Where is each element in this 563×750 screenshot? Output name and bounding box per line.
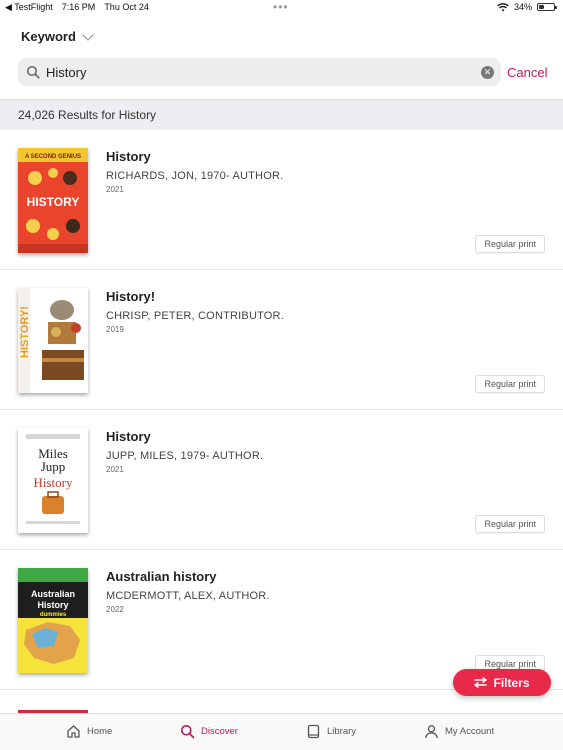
format-badge[interactable]: Regular print: [475, 515, 545, 533]
chevron-down-icon: [82, 28, 94, 41]
list-item[interactable]: HISTORY! History! CHRISP, PETER, CONTRIB…: [0, 270, 563, 410]
format-badge[interactable]: Regular print: [475, 235, 545, 253]
tab-label: Library: [327, 726, 357, 737]
multitasking-dots-icon[interactable]: •••: [273, 0, 289, 14]
wifi-icon: [497, 2, 509, 11]
filters-button[interactable]: Filters: [453, 669, 551, 696]
tab-label: My Account: [445, 726, 495, 737]
home-icon: [67, 725, 80, 738]
book-cover[interactable]: A SECOND GENIUS HISTORY: [18, 148, 88, 253]
tab-home[interactable]: Home: [66, 724, 112, 739]
search-type-dropdown[interactable]: Keyword: [21, 28, 94, 44]
sliders-icon: [474, 677, 488, 688]
tab-label: Home: [87, 726, 113, 737]
format-badge[interactable]: Regular print: [475, 375, 545, 393]
results-list: A SECOND GENIUS HISTORY History RICHARDS…: [0, 130, 563, 690]
battery-percent: 34%: [513, 2, 532, 12]
search-bar: ✕: [18, 58, 501, 86]
cover-banner-text: A SECOND GENIUS: [25, 154, 81, 160]
cover-line3-text: dummies: [40, 612, 67, 618]
item-title[interactable]: History: [106, 149, 151, 164]
cover-line2-text: History: [37, 600, 68, 610]
item-year: 2019: [106, 325, 124, 334]
item-title[interactable]: History!: [106, 289, 155, 304]
item-year: 2021: [106, 465, 124, 474]
cover-line1-text: Australian: [31, 589, 75, 599]
item-author: JUPP, MILES, 1979- AUTHOR.: [106, 450, 264, 462]
filters-label: Filters: [493, 675, 530, 690]
results-count: 24,026 Results for History: [18, 108, 157, 122]
tab-bar: Home Discover Library My Account: [0, 713, 563, 750]
tab-library[interactable]: Library: [306, 724, 356, 739]
item-author: RICHARDS, JON, 1970- AUTHOR.: [106, 170, 284, 182]
clear-search-icon[interactable]: ✕: [481, 66, 494, 79]
item-author: MCDERMOTT, ALEX, AUTHOR.: [106, 590, 270, 602]
results-header: 24,026 Results for History: [0, 99, 563, 130]
list-item[interactable]: A SECOND GENIUS HISTORY History RICHARDS…: [0, 130, 563, 270]
item-author: CHRISP, PETER, CONTRIBUTOR.: [106, 310, 284, 322]
item-title[interactable]: History: [106, 429, 151, 444]
cover-line3-text: History: [34, 475, 74, 490]
search-input[interactable]: [46, 64, 466, 80]
status-time: 7:16 PM: [61, 2, 96, 12]
book-cover[interactable]: HISTORY!: [18, 288, 88, 393]
book-icon: [307, 724, 320, 739]
list-item[interactable]: Miles Jupp History History JUPP, MILES, …: [0, 410, 563, 550]
tab-my-account[interactable]: My Account: [424, 724, 494, 739]
battery-icon: [537, 3, 557, 11]
cover-title-text: HISTORY!: [19, 306, 31, 358]
search-type-label: Keyword: [21, 29, 76, 44]
tab-label: Discover: [201, 726, 238, 737]
tab-discover[interactable]: Discover: [180, 724, 238, 739]
status-bar: ◀ TestFlight 7:16 PM Thu Oct 24 ••• 34%: [0, 0, 563, 15]
back-to-app-link[interactable]: ◀ TestFlight: [5, 2, 53, 13]
item-title[interactable]: Australian history: [106, 569, 217, 584]
search-icon: [26, 65, 40, 79]
item-year: 2022: [106, 605, 124, 614]
search-icon: [181, 725, 195, 739]
book-cover[interactable]: Australian History dummies: [18, 568, 88, 673]
book-cover[interactable]: Miles Jupp History: [18, 428, 88, 533]
cover-title-text: HISTORY: [27, 195, 80, 209]
user-icon: [425, 725, 438, 739]
status-date: Thu Oct 24: [104, 2, 149, 12]
cancel-button[interactable]: Cancel: [507, 65, 547, 80]
item-year: 2021: [106, 185, 124, 194]
cover-line2-text: Jupp: [41, 459, 66, 474]
